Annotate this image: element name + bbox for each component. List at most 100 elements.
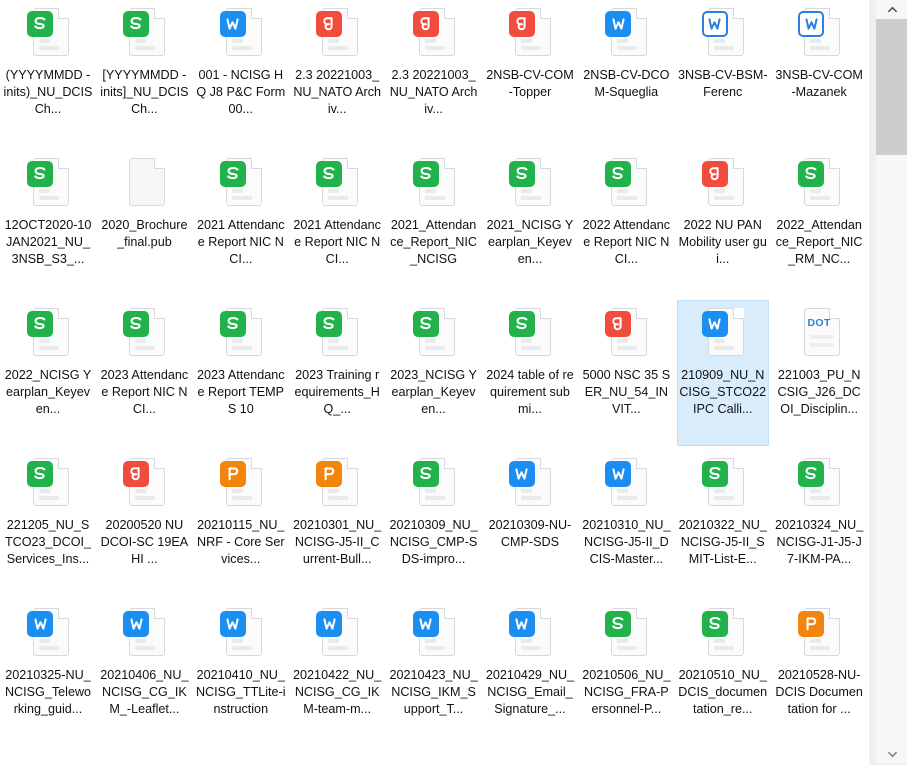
file-item[interactable]: 2023 Attendance Report NIC NCI...	[98, 300, 190, 446]
dot-template-icon: DOT	[795, 305, 843, 363]
wps-spreadsheet-icon	[699, 455, 747, 513]
dot-template-text: DOT	[807, 317, 831, 329]
file-item[interactable]: 2021 Attendance Report NIC NCI...	[195, 150, 287, 296]
wps-writer-icon	[24, 605, 72, 663]
wps-spreadsheet-badge	[316, 161, 343, 187]
wps-spreadsheet-icon	[506, 155, 554, 213]
file-item[interactable]: 20210309-NU-CMP-SDS	[484, 450, 576, 596]
wps-writer-badge	[219, 11, 246, 37]
file-item[interactable]: 2021_NCISG Yearplan_Keyeven...	[484, 150, 576, 296]
wps-presentation-badge	[798, 611, 825, 637]
file-name-label: 2022_Attendance_Report_NIC_RM_NC...	[775, 218, 863, 266]
wps-presentation-icon	[313, 455, 361, 513]
file-item[interactable]: 20210406_NU_NCISG_CG_IKM_-Leaflet...	[98, 600, 190, 746]
file-item[interactable]: 20200520 NU DCOI-SC 19EA HI ...	[98, 450, 190, 596]
wps-writer-icon	[313, 605, 361, 663]
file-item[interactable]: 3NSB-CV-BSM-Ferenc	[677, 0, 769, 146]
document-text-lines	[231, 189, 258, 203]
wps-pdf-icon	[506, 5, 554, 63]
wps-writer-outline-icon	[795, 5, 843, 63]
file-name-label: 221205_NU_STCO23_DCOI_Services_Ins...	[4, 518, 92, 566]
file-item[interactable]: 20210322_NU_NCISG-J5-II_SMIT-List-E...	[677, 450, 769, 596]
wps-spreadsheet-badge	[798, 161, 825, 187]
file-item[interactable]: 2022_Attendance_Report_NIC_RM_NC...	[773, 150, 865, 296]
document-text-lines	[520, 189, 547, 203]
file-item[interactable]: 3NSB-CV-COM-Mazanek	[773, 0, 865, 146]
file-item[interactable]: 2021 Attendance Report NIC NCI...	[291, 150, 383, 296]
wps-spreadsheet-icon	[795, 155, 843, 213]
file-name-label: 20210510_NU_DCIS_documentation_re...	[678, 668, 768, 716]
wps-spreadsheet-badge	[508, 161, 535, 187]
file-item[interactable]: 2022 Attendance Report NIC NCI...	[580, 150, 672, 296]
file-item[interactable]: 2.3 20221003_NU_NATO Archiv...	[291, 0, 383, 146]
wps-writer-icon	[602, 455, 650, 513]
file-name-label: 3NSB-CV-COM-Mazanek	[775, 68, 863, 99]
file-item[interactable]: 20210324_NU_NCISG-J1-J5-J7-IKM-PA...	[773, 450, 865, 596]
document-text-lines	[617, 639, 643, 653]
file-item[interactable]: 20210310_NU_NCISG-J5-II_DCIS-Master...	[580, 450, 672, 596]
scroll-up-button[interactable]	[876, 0, 908, 18]
file-name-label: 2022 Attendance Report NIC NCI...	[582, 218, 671, 266]
document-text-lines	[231, 489, 258, 503]
file-item[interactable]: 20210506_NU_NCISG_FRA-Personnel-P...	[580, 600, 672, 746]
file-item[interactable]: 2024 table of requirement submi...	[484, 300, 576, 446]
file-name-label: 2023 Attendance Report NIC NCI...	[100, 368, 189, 416]
file-item[interactable]: [YYYYMMDD - inits]_NU_DCIS Ch...	[98, 0, 190, 146]
file-item[interactable]: 20210510_NU_DCIS_documentation_re...	[677, 600, 769, 746]
file-item[interactable]: 20210309_NU_NCISG_CMP-SDS-impro...	[388, 450, 480, 596]
scrollbar-thumb[interactable]	[876, 19, 908, 155]
file-item[interactable]: 2.3 20221003_NU_NATO Archiv...	[388, 0, 480, 146]
file-item[interactable]: 2020_Brochure_final.pub	[98, 150, 190, 296]
wps-spreadsheet-badge	[605, 611, 632, 637]
file-item[interactable]: 20210422_NU_NCISG_CG_IKM-team-m...	[291, 600, 383, 746]
document-text-lines	[231, 339, 258, 353]
document-text-lines	[39, 339, 65, 353]
wps-writer-badge	[605, 461, 632, 487]
wps-spreadsheet-badge	[508, 311, 535, 337]
wps-writer-badge	[219, 611, 246, 637]
file-item[interactable]: 2022 NU PAN Mobility user gui...	[677, 150, 769, 296]
wps-spreadsheet-badge	[701, 461, 728, 487]
file-name-label: 2024 table of requirement submi...	[486, 368, 574, 416]
file-item[interactable]: DOT 221003_PU_NCSIG_J26_DCOI_Disciplin...	[773, 300, 865, 446]
file-item[interactable]: 12OCT2020-10JAN2021_NU_3NSB_S3_...	[2, 150, 94, 296]
document-page-shape	[129, 158, 166, 206]
file-item[interactable]: 20210528-NU-DCIS Documentation for ...	[773, 600, 865, 746]
file-item[interactable]: 20210301_NU_NCISG-J5-II_Current-Bull...	[291, 450, 383, 596]
file-item[interactable]: 2022_NCISG Yearplan_Keyeven...	[2, 300, 94, 446]
document-text-lines	[713, 489, 740, 503]
file-item[interactable]: 2021_Attendance_Report_NIC_NCISG	[388, 150, 480, 296]
wps-writer-icon	[410, 605, 458, 663]
file-item[interactable]: 2023 Attendance Report TEMPS 10	[195, 300, 287, 446]
vertical-scrollbar[interactable]	[868, 0, 909, 765]
wps-writer-badge	[605, 11, 632, 37]
file-item[interactable]: 221205_NU_STCO23_DCOI_Services_Ins...	[2, 450, 94, 596]
wps-pdf-badge	[412, 11, 439, 37]
wps-writer-icon	[120, 605, 168, 663]
file-item[interactable]: 5000 NSC 35 SER_NU_54_INVIT...	[580, 300, 672, 446]
document-text-lines	[424, 189, 451, 203]
file-item[interactable]: 20210423_NU_NCISG_IKM_Support_T...	[388, 600, 480, 746]
file-item[interactable]: (YYYYMMDD - inits)_NU_DCIS Ch...	[2, 0, 94, 146]
file-item[interactable]: 2023 Training requirements_HQ_...	[291, 300, 383, 446]
file-grid[interactable]: (YYYYMMDD - inits)_NU_DCIS Ch... [YYYYMMD…	[0, 0, 868, 765]
file-item-selected[interactable]: 210909_NU_NCISG_STCO22 IPC Calli...	[676, 300, 769, 446]
document-text-lines	[617, 489, 643, 503]
file-item[interactable]: 2023_NCISG Yearplan_Keyeven...	[388, 300, 480, 446]
wps-writer-outline-badge	[798, 11, 825, 37]
file-item[interactable]: 2NSB-CV-DCOM-Squeglia	[580, 0, 672, 146]
file-item[interactable]: 20210115_NU_NRF - Core Services...	[195, 450, 287, 596]
file-name-label: 20210429_NU_NCISG_Email_Signature_...	[485, 668, 575, 716]
wps-writer-badge	[412, 611, 439, 637]
file-item[interactable]: 20210410_NU_NCISG_TTLite-instruction	[195, 600, 287, 746]
file-item[interactable]: 20210429_NU_NCISG_Email_Signature_...	[484, 600, 576, 746]
document-text-lines	[328, 189, 354, 203]
file-item[interactable]: 001 - NCISG HQ J8 P&C Form 00...	[195, 0, 287, 146]
file-name-label: 3NSB-CV-BSM-Ferenc	[677, 68, 768, 99]
scroll-down-button[interactable]	[876, 745, 908, 763]
file-name-label: 20210301_NU_NCISG-J5-II_Current-Bull...	[293, 518, 382, 566]
file-item[interactable]: 2NSB-CV-COM-Topper	[484, 0, 576, 146]
file-item[interactable]: 20210325-NU_NCISG_Teleworking_guid...	[2, 600, 94, 746]
wps-spreadsheet-icon	[410, 155, 458, 213]
wps-writer-badge	[123, 611, 150, 637]
